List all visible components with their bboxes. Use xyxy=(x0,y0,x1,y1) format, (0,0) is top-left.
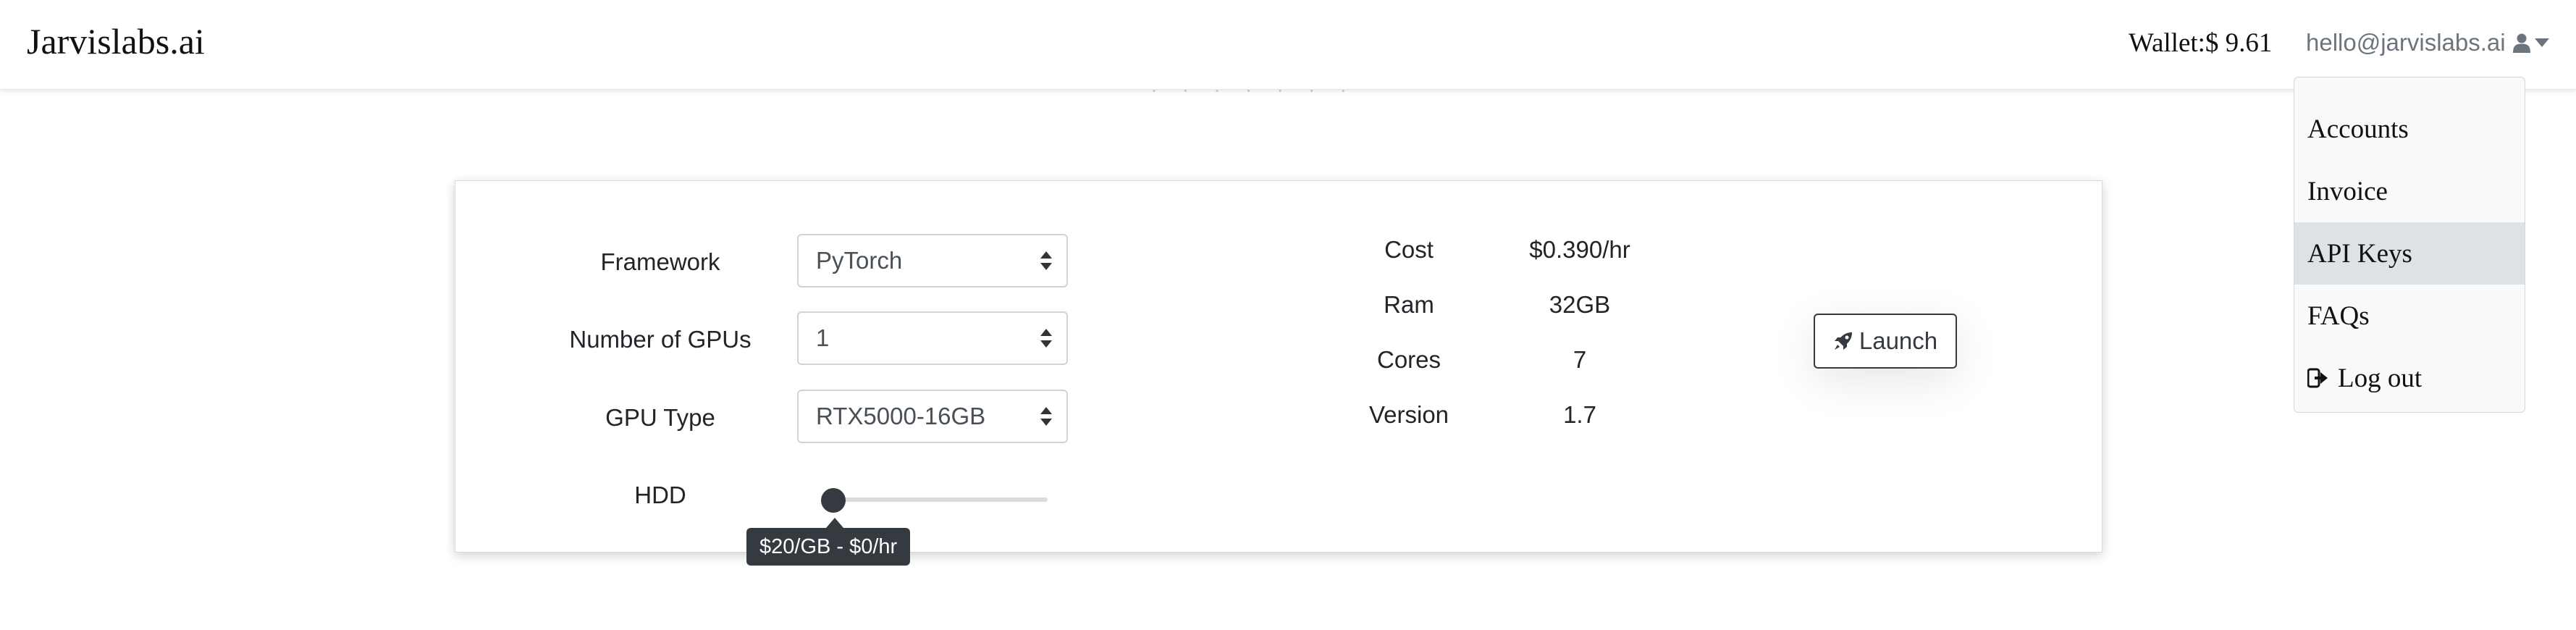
dropdown-item-accounts[interactable]: Accounts xyxy=(2294,98,2525,160)
num-gpus-select-value: 1 xyxy=(816,324,830,351)
framework-select-value: PyTorch xyxy=(816,247,903,274)
rocket-icon xyxy=(1834,332,1852,350)
dropdown-item-label: Log out xyxy=(2338,363,2423,393)
gpu-type-label: GPU Type xyxy=(605,404,715,431)
dropdown-item-api-keys[interactable]: API Keys xyxy=(2294,222,2525,285)
select-arrows-icon xyxy=(1040,329,1052,348)
dropdown-item-invoice[interactable]: Invoice xyxy=(2294,160,2525,222)
num-gpus-label: Number of GPUs xyxy=(569,326,752,353)
ram-label: Ram xyxy=(1384,291,1434,318)
dropdown-item-label: API Keys xyxy=(2307,238,2412,269)
hdd-slider-track[interactable] xyxy=(828,497,1048,502)
ram-value: 32GB xyxy=(1549,291,1611,318)
hdd-price-tooltip: $20/GB - $0/hr xyxy=(746,528,911,566)
dropdown-item-label: FAQs xyxy=(2307,301,2370,331)
navbar: Jarvislabs.ai Wallet:$ 9.61 hello@jarvis… xyxy=(0,0,2576,90)
caret-down-icon xyxy=(2534,38,2549,47)
instance-config-card: Framework PyTorch Number of GPUs 1 GPU T… xyxy=(455,180,2103,566)
hdd-slider-thumb[interactable] xyxy=(821,488,846,513)
hdd-label: HDD xyxy=(634,482,686,508)
cost-value: $0.390/hr xyxy=(1529,236,1630,263)
logout-icon xyxy=(2307,368,2328,388)
gpu-type-select-value: RTX5000-16GB xyxy=(816,403,986,429)
cores-label: Cores xyxy=(1376,346,1441,373)
version-value: 1.7 xyxy=(1563,401,1596,428)
user-email: hello@jarvislabs.ai xyxy=(2306,29,2506,56)
dropdown-item-logout[interactable]: Log out xyxy=(2294,347,2525,409)
version-label: Version xyxy=(1368,401,1449,428)
dropdown-item-faqs[interactable]: FAQs xyxy=(2294,285,2525,347)
launch-button-label: Launch xyxy=(1859,327,1938,354)
framework-label: Framework xyxy=(600,248,720,275)
user-menu-toggle[interactable]: hello@jarvislabs.ai xyxy=(2306,29,2549,56)
tooltip-arrow xyxy=(826,518,843,528)
framework-select[interactable]: PyTorch xyxy=(797,234,1068,287)
dropdown-item-label: Accounts xyxy=(2307,114,2409,144)
wallet-balance: Wallet:$ 9.61 xyxy=(2129,28,2273,58)
user-icon xyxy=(2512,33,2530,53)
user-dropdown-menu: Accounts Invoice API Keys FAQs Log out xyxy=(2294,77,2525,413)
dropdown-item-label: Invoice xyxy=(2307,176,2388,206)
launch-button[interactable]: Launch xyxy=(1814,314,1957,369)
brand-logo[interactable]: Jarvislabs.ai xyxy=(27,20,205,62)
select-arrows-icon xyxy=(1040,407,1052,426)
num-gpus-select[interactable]: 1 xyxy=(797,311,1068,365)
gpu-type-select[interactable]: RTX5000-16GB xyxy=(797,390,1068,443)
cost-label: Cost xyxy=(1384,236,1434,263)
select-arrows-icon xyxy=(1040,251,1052,270)
cores-value: 7 xyxy=(1573,346,1587,373)
